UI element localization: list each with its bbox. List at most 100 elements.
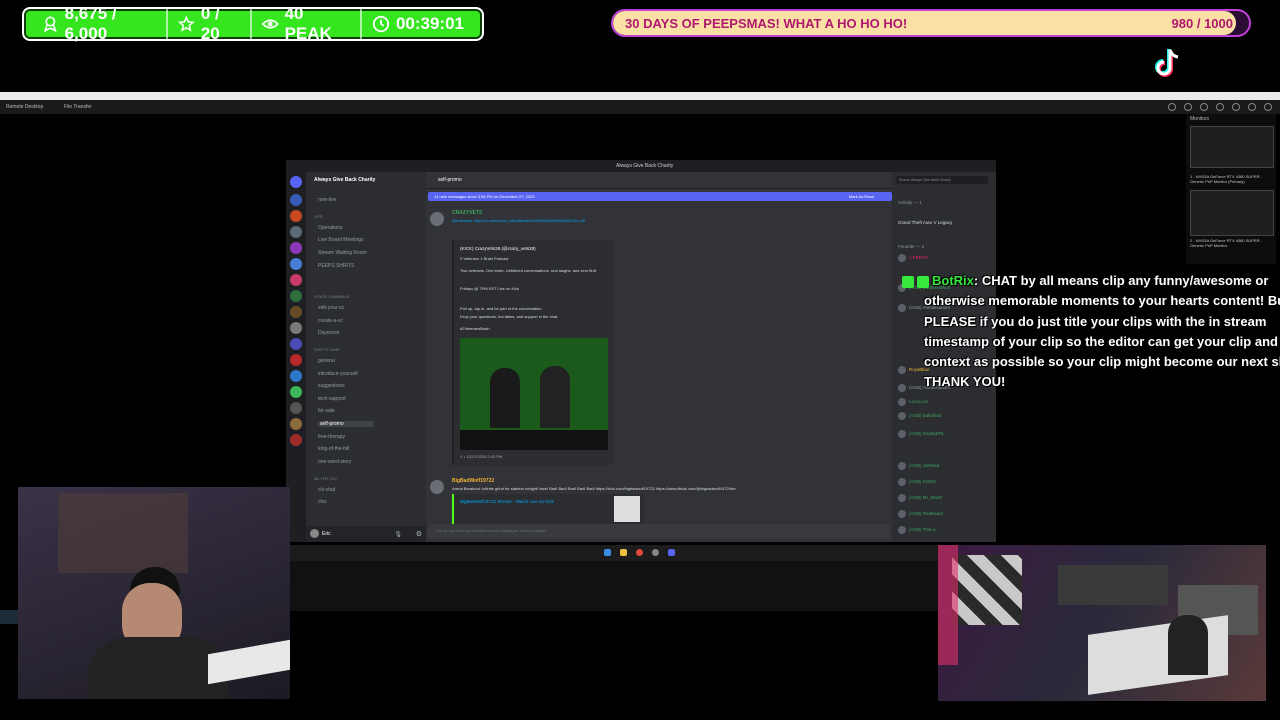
- channel-introduce-yourself[interactable]: introduce-yourself: [318, 371, 358, 377]
- list-item[interactable]: (AGB) TheLo...: [898, 526, 939, 534]
- server-icon[interactable]: [290, 306, 302, 318]
- channel-daymoon[interactable]: Daymoon: [318, 330, 339, 336]
- keyboard-icon[interactable]: [1200, 103, 1208, 111]
- server-icon[interactable]: [290, 274, 302, 286]
- server-name[interactable]: Always Give Back Charity: [314, 177, 375, 183]
- home-icon[interactable]: [290, 176, 302, 188]
- embed-title[interactable]: (KICK) CrazyVets28 (@crazy_vets28): [460, 246, 536, 251]
- message-embed: (KICK) CrazyVets28 (@crazy_vets28) 2 Vet…: [452, 240, 614, 465]
- eye-icon: [261, 19, 279, 29]
- server-icon[interactable]: [290, 242, 302, 254]
- server-icon[interactable]: [290, 434, 302, 446]
- server-icon[interactable]: [290, 354, 302, 366]
- category-voice-channels[interactable]: VOICE CHANNELS: [314, 294, 349, 299]
- close-icon[interactable]: [1264, 103, 1272, 111]
- channel-live-board-meetings[interactable]: Live Board Meetings: [318, 237, 364, 243]
- category-ml-fr-dv[interactable]: ML / FR / DV: [314, 476, 337, 481]
- mic-icon[interactable]: 🎙: [394, 531, 402, 538]
- new-messages-banner[interactable]: 14 new messages since 3:56 PM on Decembe…: [428, 192, 892, 201]
- mark-as-read-button[interactable]: Mark As Read: [849, 194, 874, 199]
- channel-king-of-the-hill[interactable]: king-of-the-hill: [318, 446, 349, 452]
- remote-desktop-tabs: Remote Desktop File Transfer: [0, 100, 1280, 114]
- list-item[interactable]: (AGB) Jarhead: [898, 462, 939, 470]
- chat-area: self-promo 14 new messages since 3:56 PM…: [426, 172, 892, 542]
- channel-for-sale[interactable]: for-sale: [318, 408, 335, 414]
- member-name: (AGB) Mr_MarM: [909, 495, 942, 501]
- avatar[interactable]: [430, 212, 444, 226]
- server-icon[interactable]: [290, 210, 302, 222]
- tab-file-transfer[interactable]: File Transfer: [64, 104, 92, 110]
- channel-peeps-shirts[interactable]: PEEPS SHIRTS: [318, 263, 354, 269]
- server-icon[interactable]: [290, 258, 302, 270]
- list-item[interactable]: (AGB) Bulletbait: [898, 412, 941, 420]
- channel-operations[interactable]: Operations: [318, 225, 342, 231]
- chrome-icon[interactable]: [636, 549, 643, 556]
- embed-title[interactable]: BigBadWolf19722 Stream - Watch Live on K…: [460, 499, 554, 504]
- obs-icon[interactable]: [652, 549, 659, 556]
- channel-general[interactable]: general: [318, 358, 335, 364]
- member-section-founder: Founder — 1: [898, 244, 925, 249]
- chat-icon[interactable]: [1216, 103, 1224, 111]
- list-item[interactable]: (AGB) Mr_MarM: [898, 494, 942, 502]
- list-item[interactable]: (AGB) RedBeard: [898, 510, 943, 518]
- tab-remote-desktop[interactable]: Remote Desktop: [6, 104, 43, 110]
- discord-icon[interactable]: [668, 549, 675, 556]
- channel-now-live[interactable]: now-live: [318, 197, 336, 203]
- search-input[interactable]: Search Always Give Back Charity: [896, 176, 988, 184]
- channel-suggestions[interactable]: suggestions: [318, 383, 345, 389]
- channel-free-therapy[interactable]: free-therapy: [318, 434, 345, 440]
- avatar[interactable]: [310, 529, 319, 538]
- server-icon[interactable]: [290, 226, 302, 238]
- embed-image[interactable]: [460, 338, 608, 450]
- list-item[interactable]: Local Lim: [898, 398, 928, 406]
- avatar[interactable]: [430, 480, 444, 494]
- subs-value: 0 / 20: [200, 4, 220, 43]
- server-icon[interactable]: [290, 418, 302, 430]
- message-input[interactable]: You do not have permission to send messa…: [428, 524, 890, 538]
- goal-title: 30 DAYS OF PEEPSMAS! WHAT A HO HO HO!: [625, 16, 908, 31]
- maximize-icon[interactable]: [1248, 103, 1256, 111]
- channel-tech-support[interactable]: tech-support: [318, 396, 346, 402]
- peak-value: 40 PEAK: [284, 4, 332, 43]
- start-icon[interactable]: [604, 549, 611, 556]
- message-text[interactable]: Arena Breakout: Infinite grind for start…: [452, 486, 736, 491]
- server-icon[interactable]: [290, 194, 302, 206]
- server-icon[interactable]: [290, 386, 302, 398]
- server-icon[interactable]: [290, 322, 302, 334]
- channel-edit-your-vc[interactable]: edit-your-vc: [318, 305, 344, 311]
- member-name: (AGB) Bulletbait: [909, 413, 942, 419]
- chat-line: THANK YOU!: [924, 374, 1006, 390]
- avatar: [898, 526, 906, 534]
- minimize-icon[interactable]: [1232, 103, 1240, 111]
- channel-self-promo[interactable]: self-promo: [318, 421, 374, 427]
- star-icon: [178, 15, 195, 32]
- category-ops[interactable]: OPS: [314, 214, 322, 219]
- server-icon[interactable]: [290, 370, 302, 382]
- category-chitty-chat[interactable]: CHITTY CHAT: [314, 347, 340, 352]
- channel-one-word-story[interactable]: one-word-story: [318, 459, 351, 465]
- activity-game[interactable]: Grand Theft Auto V Legacy: [898, 220, 952, 225]
- monitor-thumbnail-1[interactable]: [1190, 126, 1274, 168]
- message-author[interactable]: CRAZYVETS: [452, 210, 482, 216]
- settings-icon[interactable]: [1168, 103, 1176, 111]
- message-author[interactable]: BigBadWolf19722: [452, 478, 494, 484]
- monitor-thumbnail-2[interactable]: [1190, 190, 1274, 236]
- list-item[interactable]: (AGB) KONG: [898, 478, 936, 486]
- folder-icon[interactable]: [620, 549, 627, 556]
- embed-thumbnail[interactable]: [614, 496, 640, 522]
- server-icon[interactable]: [290, 402, 302, 414]
- channel-stream-waiting-room[interactable]: Stream Waiting Room: [318, 250, 367, 256]
- list-item[interactable]: 1 PEEPS: [898, 254, 928, 262]
- embed-line: Fridays @ 7PM EST Live on Kick: [460, 286, 520, 291]
- display-icon[interactable]: [1184, 103, 1192, 111]
- server-icon[interactable]: [290, 338, 302, 350]
- avatar: [898, 462, 906, 470]
- list-item[interactable]: (AGB) DaddyDRL: [898, 430, 945, 438]
- channel-clvs[interactable]: clvs: [318, 499, 327, 505]
- gear-icon[interactable]: ⚙: [416, 530, 422, 538]
- server-icon[interactable]: [290, 290, 302, 302]
- message-text[interactable]: @everyone https://x.com/crazy_vets28/sta…: [452, 218, 585, 223]
- channel-clv-chat[interactable]: clv-chat: [318, 487, 335, 493]
- channel-sidebar: Always Give Back Charity now-live OPS Op…: [306, 172, 426, 542]
- channel-create-a-vc[interactable]: create-a-vc: [318, 318, 343, 324]
